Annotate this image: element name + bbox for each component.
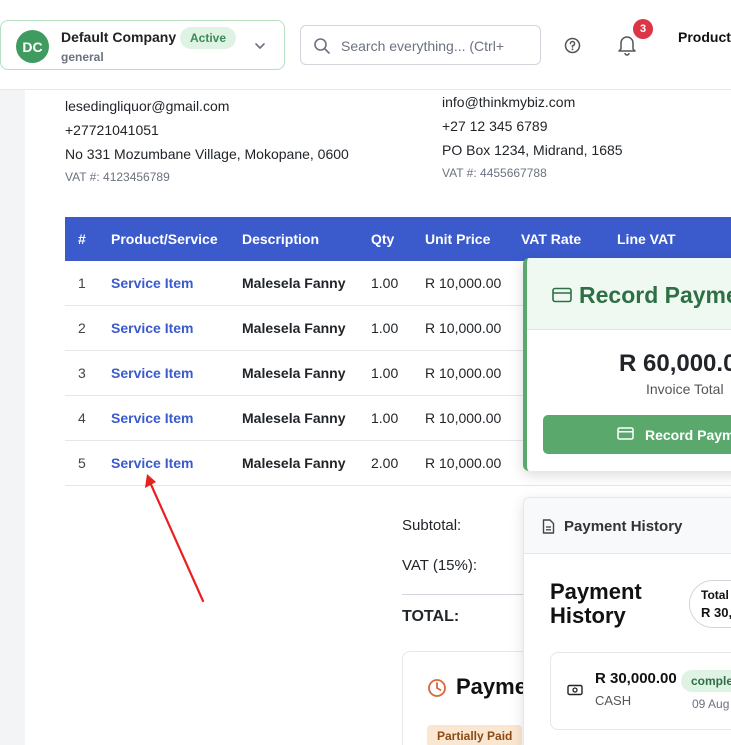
payment-card-title: Payme [456,674,527,699]
subtotal-label: Subtotal: [402,517,462,534]
row-description: Malesela Fanny [242,410,346,426]
row-description: Malesela Fanny [242,320,346,336]
row-number: 5 [78,455,86,471]
table-header: # Product/Service Description Qty Unit P… [65,217,731,261]
credit-card-icon [617,427,634,440]
seller-phone: +27721041051 [65,122,159,138]
buyer-address: PO Box 1234, Midrand, 1685 [442,142,623,158]
row-qty: 1.00 [371,365,399,381]
payment-history-header: Payment History [524,498,731,554]
record-payment-button-label: Record Paym [645,427,731,443]
column-header-line-vat: Line VAT [617,231,676,247]
company-switcher[interactable]: DC Default Company general Active [0,20,285,70]
chevron-down-icon [255,43,265,49]
company-avatar: DC [16,30,49,63]
payment-status-badge: Partially Paid [427,725,523,745]
total-label: TOTAL: [402,608,460,625]
seller-vat: VAT #: 4123456789 [65,170,170,184]
notification-count-badge: 3 [633,19,653,39]
column-header-number: # [78,231,86,247]
product-link[interactable]: Service Item [111,365,194,381]
row-description: Malesela Fanny [242,455,346,471]
invoice-total-label: Invoice Total [646,381,724,397]
company-status-badge: Active [180,27,237,49]
payment-history-title: Payment History [550,579,642,628]
row-unit-price: R 10,000.00 [425,320,502,336]
record-payment-title: Record Payme [579,282,731,308]
row-number: 1 [78,275,86,291]
payment-total-pill: Total R 30,0 [689,580,731,628]
seller-email: lesedingliquor@gmail.com [65,98,230,114]
record-payment-button[interactable]: Record Paym [543,415,731,454]
payment-history-panel: Payment History Payment History Total R … [523,497,731,745]
row-qty: 2.00 [371,455,399,471]
annotation-arrow-icon [145,474,205,603]
row-unit-price: R 10,000.00 [425,455,502,471]
global-search[interactable] [300,25,541,65]
row-unit-price: R 10,000.00 [425,410,502,426]
column-header-product: Product/Service [111,231,218,247]
payment-entry-method: CASH [595,693,632,708]
row-qty: 1.00 [371,275,399,291]
clock-icon [428,679,446,697]
search-icon [314,38,330,54]
top-header: DC Default Company general Active 3 Prod… [0,0,731,90]
row-description: Malesela Fanny [242,275,346,291]
company-subtitle: general [61,50,104,64]
document-icon [542,519,555,534]
payment-history-header-title: Payment History [564,518,683,535]
search-input[interactable] [341,35,536,57]
row-number: 3 [78,365,86,381]
help-icon[interactable] [564,37,581,54]
column-header-qty: Qty [371,231,395,247]
payment-entry-amount: R 30,000.00 [595,670,677,687]
payment-total-value: R 30,0 [701,605,731,620]
buyer-phone: +27 12 345 6789 [442,118,548,134]
product-link[interactable]: Service Item [111,275,194,291]
vat-label: VAT (15%): [402,557,478,574]
cash-icon [567,684,583,696]
row-description: Malesela Fanny [242,365,346,381]
record-payment-panel: Record Payme R 60,000.0 Invoice Total Re… [523,258,731,471]
company-name: Default Company [61,29,177,45]
payment-entry-date: 09 Aug [692,697,730,711]
buyer-details: info@thinkmybiz.com +27 12 345 6789 PO B… [442,90,623,184]
payment-total-label: Total [701,588,729,602]
column-header-description: Description [242,231,320,247]
credit-card-icon [552,287,572,303]
seller-details: lesedingliquor@gmail.com +27721041051 No… [65,94,349,188]
row-number: 4 [78,410,86,426]
row-qty: 1.00 [371,410,399,426]
invoice-total-amount: R 60,000.0 [619,350,731,377]
buyer-email: info@thinkmybiz.com [442,94,576,110]
row-number: 2 [78,320,86,336]
row-unit-price: R 10,000.00 [425,275,502,291]
product-link[interactable]: Service Item [111,410,194,426]
row-qty: 1.00 [371,320,399,336]
buyer-vat: VAT #: 4455667788 [442,166,547,180]
column-header-unit-price: Unit Price [425,231,491,247]
column-header-vat-rate: VAT Rate [521,231,582,247]
payment-entry[interactable]: R 30,000.00 CASH complet 09 Aug [550,652,731,730]
payment-entry-status: complet [681,670,731,692]
bell-icon[interactable] [617,34,637,56]
product-link[interactable]: Service Item [111,320,194,336]
seller-address: No 331 Mozumbane Village, Mokopane, 0600 [65,146,349,162]
row-unit-price: R 10,000.00 [425,365,502,381]
record-payment-header: Record Payme [527,258,731,330]
nav-production-link[interactable]: Production [678,29,731,45]
totals-divider [402,594,542,595]
